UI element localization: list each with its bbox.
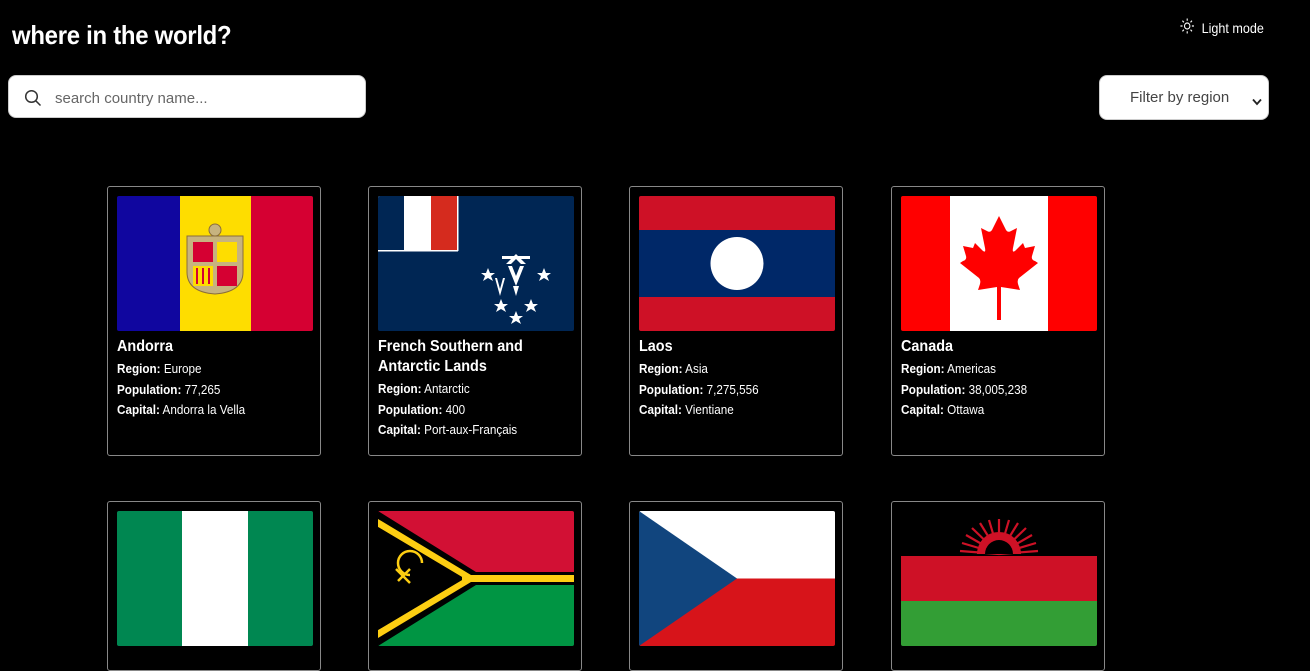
- country-capital: Capital: Port-aux-Français: [378, 422, 518, 437]
- nigeria-flag-image: [117, 511, 313, 646]
- country-population: Population: 38,005,238: [901, 381, 1028, 397]
- theme-toggle-button[interactable]: Light mode: [1180, 18, 1264, 37]
- country-capital: Capital: Andorra la Vella: [117, 402, 246, 417]
- czechia-flag-image: [639, 511, 835, 646]
- chevron-down-icon: [1252, 93, 1262, 106]
- header: where in the world? Light mode: [0, 0, 1310, 70]
- laos-flag-image: [639, 196, 835, 331]
- search-box: [8, 75, 366, 118]
- country-info: Andorra Region: Europe Population: 77,26…: [117, 337, 297, 421]
- country-name: Andorra: [117, 338, 174, 355]
- country-region: Region: Americas: [901, 361, 996, 376]
- country-population: Population: 400: [378, 401, 466, 417]
- canada-flag-image: [901, 196, 1097, 331]
- country-population: Population: 7,275,556: [639, 381, 759, 397]
- country-card[interactable]: Andorra Region: Europe Population: 77,26…: [107, 186, 321, 456]
- sun-icon: [1180, 18, 1194, 37]
- country-name: French Southern and Antarctic Lands: [378, 338, 523, 375]
- country-region: Region: Europe: [117, 361, 202, 376]
- search-input[interactable]: [53, 84, 357, 112]
- page-title: where in the world?: [12, 20, 232, 50]
- country-card[interactable]: French Southern and Antarctic Lands Regi…: [368, 186, 582, 456]
- vanuatu-flag-image: [378, 511, 574, 646]
- theme-toggle-label: Light mode: [1201, 19, 1264, 36]
- country-info: Laos Region: Asia Population: 7,275,556 …: [639, 337, 819, 421]
- country-info: French Southern and Antarctic Lands Regi…: [378, 337, 558, 441]
- region-filter-select[interactable]: Filter by region: [1099, 75, 1269, 120]
- french-southern-flag-image: [378, 196, 574, 331]
- country-card[interactable]: [368, 501, 582, 671]
- country-population: Population: 77,265: [117, 381, 221, 397]
- country-name: Canada: [901, 338, 954, 355]
- country-card[interactable]: Laos Region: Asia Population: 7,275,556 …: [629, 186, 843, 456]
- country-name: Laos: [639, 338, 673, 355]
- search-icon: [24, 89, 42, 107]
- country-capital: Capital: Ottawa: [901, 402, 985, 417]
- country-card[interactable]: Canada Region: Americas Population: 38,0…: [891, 186, 1105, 456]
- malawi-flag-image: [901, 511, 1097, 646]
- region-filter-label: Filter by region: [1130, 89, 1230, 106]
- country-card[interactable]: [629, 501, 843, 671]
- country-card[interactable]: [107, 501, 321, 671]
- country-info: Canada Region: Americas Population: 38,0…: [901, 337, 1081, 421]
- country-capital: Capital: Vientiane: [639, 402, 734, 417]
- andorra-flag-image: [117, 196, 313, 331]
- country-region: Region: Antarctic: [378, 381, 470, 396]
- country-region: Region: Asia: [639, 361, 708, 376]
- country-card[interactable]: [891, 501, 1105, 671]
